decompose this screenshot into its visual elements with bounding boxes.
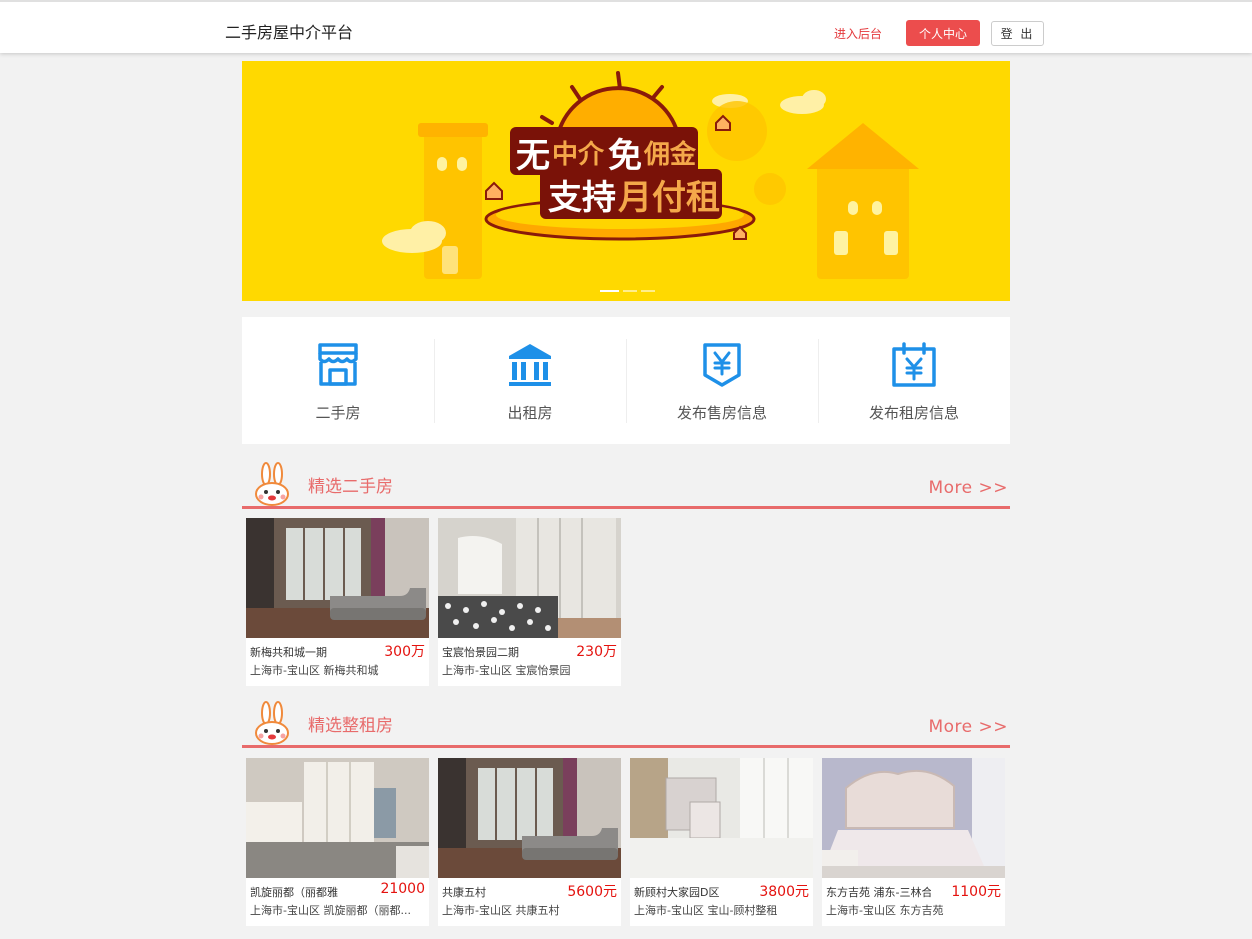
empty-room-photo <box>630 758 813 878</box>
nav-label: 发布售房信息 <box>676 404 767 422</box>
nav-publish-rent[interactable]: 发布租房信息 <box>818 317 1010 444</box>
section-header-secondhand: 精选二手房 More >> <box>242 462 1010 509</box>
house-price: 1100元 <box>951 884 1001 900</box>
house-name: 新顾村大家园D区 <box>634 886 720 899</box>
logout-button[interactable]: 登 出 <box>991 21 1044 46</box>
nav-label: 二手房 <box>315 404 361 422</box>
site-brand[interactable]: 二手房屋中介平台 <box>225 19 353 43</box>
house-name: 宝宸怡景园二期 <box>442 646 519 659</box>
living-room-photo <box>246 518 429 638</box>
banner-slogan-text: 中介 <box>552 140 605 170</box>
house-card[interactable]: 新梅共和城一期 300万 上海市-宝山区 新梅共和城 <box>246 518 429 686</box>
carousel-dots <box>600 290 655 292</box>
house-card[interactable]: 共康五村 5600元 上海市-宝山区 共康五村 <box>438 758 621 926</box>
bank-building-icon <box>509 344 551 386</box>
quick-nav: 二手房 出租房 发布售房信息 发布租房信息 <box>242 317 1010 444</box>
right-house-illustration <box>807 123 919 279</box>
house-card[interactable]: 宝宸怡景园二期 230万 上海市-宝山区 宝宸怡景园 <box>438 518 621 686</box>
storefront-icon <box>318 343 358 386</box>
yen-shield-icon <box>703 343 741 387</box>
house-name: 凯旋丽都（丽都雅 <box>250 886 338 899</box>
nav-label: 发布租房信息 <box>868 404 959 422</box>
top-navbar: 二手房屋中介平台 进入后台 个人中心 登 出 <box>0 0 1252 53</box>
banner-slogan-text: 支持 <box>548 178 616 218</box>
more-link[interactable]: More >> <box>928 717 1008 737</box>
yen-calendar-icon <box>892 342 936 387</box>
house-price: 3800元 <box>759 884 809 900</box>
promo-banner[interactable]: 无 中介 免 佣金 支持 月付租 <box>242 61 1010 301</box>
section-title: 精选二手房 <box>308 477 393 497</box>
house-address: 上海市-宝山区 宝山-顾村整租 <box>634 904 778 917</box>
wardrobe-bedroom-photo <box>246 758 429 878</box>
living-room-photo <box>438 758 621 878</box>
house-price: 21000 <box>380 881 425 897</box>
carousel-dot[interactable] <box>623 290 637 292</box>
banner-slogan-text: 免 <box>608 136 642 176</box>
bed-photo <box>822 758 1005 878</box>
balloon-illustration <box>754 173 786 205</box>
rabbit-mascot-icon <box>255 701 289 745</box>
banner-slogan-text: 无 <box>516 136 550 176</box>
rabbit-mascot-icon <box>255 462 289 506</box>
house-address: 上海市-宝山区 东方吉苑 <box>826 904 944 917</box>
bedroom-photo <box>438 518 621 638</box>
house-address: 上海市-宝山区 凯旋丽都（丽都... <box>250 904 411 917</box>
nav-label: 出租房 <box>507 404 553 422</box>
house-address: 上海市-宝山区 宝宸怡景园 <box>442 664 571 677</box>
house-card[interactable]: 新顾村大家园D区 3800元 上海市-宝山区 宝山-顾村整租 <box>630 758 813 926</box>
house-name: 东方吉苑 浦东-三林合 <box>826 886 931 899</box>
left-house-illustration <box>418 123 488 279</box>
banner-slogan-text: 佣金 <box>643 139 697 170</box>
house-name: 新梅共和城一期 <box>250 646 327 659</box>
house-price: 5600元 <box>567 884 617 900</box>
house-card[interactable]: 东方吉苑 浦东-三林合 1100元 上海市-宝山区 东方吉苑 <box>822 758 1005 926</box>
house-price: 230万 <box>576 644 617 660</box>
house-price: 300万 <box>384 644 425 660</box>
banner-slogan-text: 月付租 <box>618 178 720 218</box>
carousel-dot[interactable] <box>641 290 655 292</box>
banner-illustration: 无 中介 免 佣金 支持 月付租 <box>382 71 919 279</box>
more-link[interactable]: More >> <box>928 478 1008 498</box>
carousel-dot[interactable] <box>600 290 619 292</box>
house-address: 上海市-宝山区 共康五村 <box>442 904 560 917</box>
nav-publish-sale[interactable]: 发布售房信息 <box>626 317 818 444</box>
nav-secondhand-house[interactable]: 二手房 <box>242 317 434 444</box>
personal-center-button[interactable]: 个人中心 <box>906 20 980 46</box>
house-name: 共康五村 <box>442 886 486 899</box>
nav-rental-house[interactable]: 出租房 <box>434 317 626 444</box>
secondhand-listing: 新梅共和城一期 300万 上海市-宝山区 新梅共和城 宝宸怡景园二期 230万 <box>246 518 621 686</box>
house-card[interactable]: 凯旋丽都（丽都雅 21000 上海市-宝山区 凯旋丽都（丽都... <box>246 758 429 926</box>
section-title: 精选整租房 <box>308 716 393 736</box>
house-address: 上海市-宝山区 新梅共和城 <box>250 664 379 677</box>
admin-link[interactable]: 进入后台 <box>834 25 882 42</box>
section-header-rental: 精选整租房 More >> <box>242 701 1010 748</box>
rental-listing: 凯旋丽都（丽都雅 21000 上海市-宝山区 凯旋丽都（丽都... 共康五村 5… <box>246 758 1005 926</box>
